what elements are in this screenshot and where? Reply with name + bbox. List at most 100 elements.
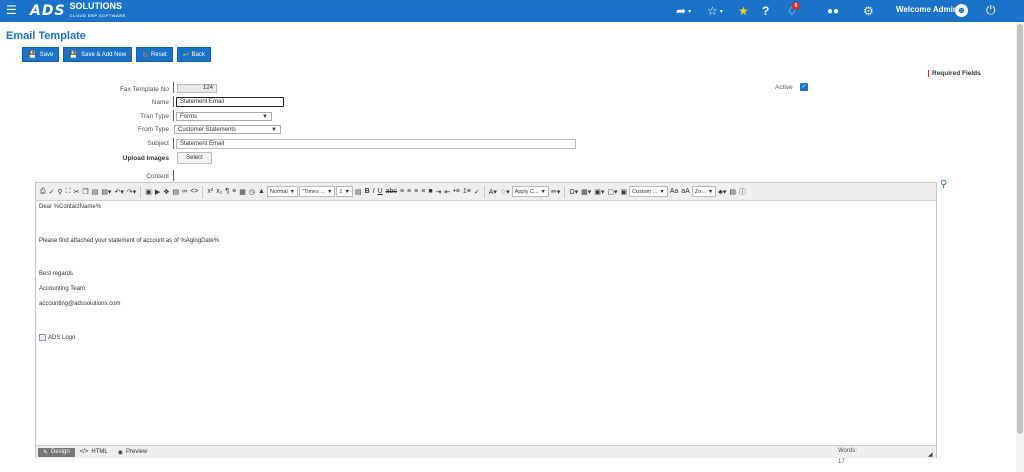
chevron-down-icon: ▼	[659, 188, 665, 195]
document-icon[interactable]: ▤	[172, 188, 181, 196]
link-icon[interactable]: ∞	[181, 188, 188, 195]
special-chars-icon[interactable]: ▲	[257, 188, 266, 195]
paragraph-icon[interactable]: ¶	[224, 188, 230, 195]
italic-icon[interactable]: I	[372, 188, 376, 195]
strikethrough-icon[interactable]: abc	[385, 188, 398, 195]
spell-icon[interactable]: ✓	[473, 188, 481, 196]
size-select[interactable]: 1 ▼	[336, 186, 353, 197]
bold-icon[interactable]: B	[364, 188, 371, 195]
undo-icon[interactable]: ↶▾	[113, 188, 124, 196]
font-select[interactable]: "Times ... ▼	[299, 186, 336, 197]
indent-icon[interactable]: ⇥	[435, 188, 443, 196]
align-left-icon[interactable]: ≡	[399, 188, 405, 195]
case-icon[interactable]: Aa	[669, 188, 680, 195]
from-type-select[interactable]: Customer Statements ▼	[174, 125, 281, 134]
redo-icon[interactable]: ↷▾	[126, 188, 137, 196]
info-icon[interactable]: ⓘ	[738, 187, 747, 197]
find-icon[interactable]: ⚲	[56, 188, 63, 196]
superscript-icon[interactable]: x²	[206, 188, 214, 195]
power-icon[interactable]: ⏻	[986, 3, 996, 18]
underline-icon[interactable]: U	[377, 188, 384, 195]
from-type-value: Customer Statements	[178, 126, 237, 133]
back-button[interactable]: ↩ Back	[176, 47, 211, 62]
lowercase-icon[interactable]: aA	[680, 188, 691, 195]
fullscreen-icon[interactable]: ⛶	[65, 188, 72, 196]
image-alt-text: ADS Logo	[48, 334, 76, 341]
gear-icon[interactable]: ⚙	[863, 3, 874, 19]
format-brush-icon[interactable]: ✏▾	[550, 188, 561, 196]
subscript-icon[interactable]: x₂	[215, 188, 223, 195]
tran-type-value: Forms	[180, 113, 197, 120]
paste-icon[interactable]: ▤	[91, 188, 100, 196]
save-add-new-button[interactable]: 💾 Save & Add New	[63, 47, 133, 62]
share-icon[interactable]: ➦ ▾	[676, 3, 691, 19]
font-color-icon[interactable]: A▾	[488, 188, 498, 196]
insert-box-icon[interactable]: ▢▾	[606, 188, 618, 196]
format-value: Normal	[269, 188, 288, 195]
app-logo[interactable]: ADS SOLUTIONS CLOUD ERP SOFTWARE	[30, 2, 126, 20]
print-icon[interactable]: ⎙	[39, 188, 47, 196]
magnifier-icon[interactable]: ⚲	[940, 179, 947, 190]
align-icon[interactable]: ≡	[231, 188, 237, 195]
chevron-down-icon: ▼	[271, 126, 277, 133]
numbered-list-icon[interactable]: 1≡	[462, 188, 472, 195]
image-icon[interactable]: ▣	[144, 188, 153, 196]
size-value: 1	[339, 188, 343, 195]
apply-css-select[interactable]: Apply C... ▼	[511, 186, 549, 197]
active-checkbox[interactable]: ✓	[800, 83, 808, 91]
bullet-list-icon[interactable]: •≡	[452, 188, 461, 195]
star-icon[interactable]: ★	[738, 3, 749, 19]
broken-image[interactable]: ADS Logo	[39, 334, 75, 341]
save-button[interactable]: 💾 Save	[22, 47, 60, 62]
zoom-select[interactable]: Zo... ▼	[691, 186, 717, 197]
required-marker	[173, 82, 174, 93]
align-right-icon[interactable]: ≡	[413, 188, 419, 195]
from-type-label: From Type	[138, 126, 169, 133]
html-mode-tab[interactable]: </> HTML	[75, 448, 113, 457]
menu-icon[interactable]: ☰	[6, 3, 17, 17]
select-images-button[interactable]: Select	[177, 152, 212, 164]
module-icon[interactable]: ♣▾	[717, 188, 727, 196]
reset-label: Reset	[151, 51, 167, 58]
star-outline-icon[interactable]: ☆ ▾	[707, 3, 723, 19]
users-icon[interactable]: ●●	[827, 3, 839, 19]
align-center-icon[interactable]: ≡	[406, 188, 412, 195]
back-color-icon[interactable]: ♢▾	[499, 188, 511, 196]
help-icon[interactable]: ?	[762, 3, 769, 19]
table-icon[interactable]: ▦	[238, 188, 247, 196]
insert-image-icon[interactable]: ▣	[620, 188, 629, 196]
page-scrollbar-thumb[interactable]	[1017, 24, 1023, 434]
outdent-icon[interactable]: ⇤	[443, 188, 451, 196]
user-circle-icon[interactable]: ☻	[955, 4, 968, 17]
format-select[interactable]: Normal ▼	[266, 186, 299, 197]
code-icon[interactable]: <>	[189, 188, 199, 195]
omega-icon[interactable]: Ω▾	[568, 188, 579, 196]
insert-form-icon[interactable]: ▣▾	[593, 188, 605, 196]
editor-content[interactable]: Dear %ContactName% Please find attached …	[36, 201, 936, 445]
cut-icon[interactable]: ✂	[73, 188, 81, 196]
insert-table-icon[interactable]: ▦▾	[580, 188, 592, 196]
highlight-icon[interactable]: ▤	[354, 188, 363, 196]
spellcheck-icon[interactable]: ✓	[48, 188, 56, 196]
media-icon[interactable]: ▶	[154, 188, 161, 196]
clock-icon[interactable]: ◷	[248, 188, 256, 196]
save-add-icon: 💾	[69, 51, 79, 59]
fax-template-no-field: 124	[177, 84, 217, 93]
justify-icon[interactable]: ≡	[420, 188, 426, 195]
subject-input[interactable]: Statement Email	[176, 139, 576, 149]
design-mode-tab[interactable]: ✎ Design	[38, 447, 75, 457]
reset-button[interactable]: ↻ Reset	[136, 47, 173, 62]
paste-special-icon[interactable]: ▤▾	[100, 188, 112, 196]
chevron-down-icon: ▼	[326, 188, 333, 195]
content-line: Best regards	[39, 271, 74, 277]
tran-type-select[interactable]: Forms ▼	[176, 112, 272, 121]
custom-select[interactable]: Custom ... ▼	[629, 186, 668, 197]
template-icon[interactable]: ▤	[728, 188, 737, 196]
name-input[interactable]: Statement Email	[176, 97, 284, 107]
flash-icon[interactable]: ❖	[162, 188, 170, 196]
bell-icon[interactable]: ♢ 6	[784, 2, 800, 19]
preview-mode-tab[interactable]: ◉ Preview	[113, 448, 153, 457]
copy-icon[interactable]: ❐	[81, 188, 89, 196]
direction-icon[interactable]: ■	[427, 188, 433, 195]
resize-handle-icon[interactable]: ◢	[928, 451, 933, 458]
